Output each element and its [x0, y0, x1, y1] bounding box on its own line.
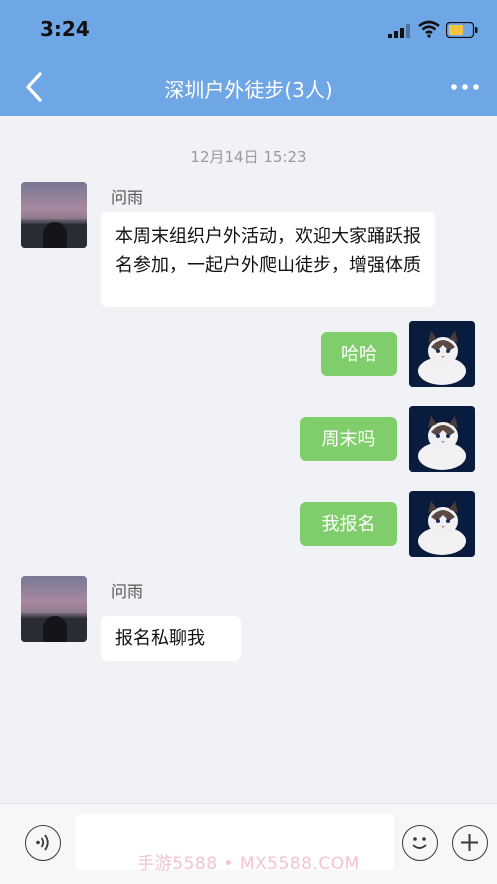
sender-name: 问雨: [111, 188, 144, 207]
message-bubble-left[interactable]: 报名私聊我: [101, 616, 241, 661]
cat-avatar-icon: [409, 406, 475, 472]
my-avatar[interactable]: [409, 491, 475, 557]
sender-name: 问雨: [111, 582, 144, 601]
chat-header: 3:24 深圳户外徒步(3人): [0, 0, 497, 116]
watermark: 手游5588 • MX5588.COM: [137, 854, 360, 874]
message-bubble-right[interactable]: 周末吗: [300, 417, 397, 461]
wifi-icon: [418, 20, 440, 38]
status-bar: 3:24: [0, 0, 497, 58]
chat-title: 深圳户外徒步(3人): [164, 78, 333, 102]
my-avatar[interactable]: [409, 321, 475, 387]
my-avatar[interactable]: [409, 406, 475, 472]
cat-avatar-icon: [409, 321, 475, 387]
more-options-icon[interactable]: [450, 78, 480, 96]
message-bubble-left[interactable]: 本周末组织户外活动，欢迎大家踊跃报名参加，一起户外爬山徒步，增强体质: [101, 212, 435, 307]
cat-avatar-icon: [409, 491, 475, 557]
sender-avatar[interactable]: [21, 182, 87, 248]
message-timestamp: 12月14日 15:23: [190, 148, 307, 166]
cellular-signal-icon: [388, 24, 410, 38]
sender-avatar[interactable]: [21, 576, 87, 642]
message-bubble-right[interactable]: 哈哈: [321, 332, 397, 376]
status-time: 3:24: [40, 17, 90, 41]
battery-icon: [446, 22, 478, 38]
message-bubble-right[interactable]: 我报名: [300, 502, 397, 546]
